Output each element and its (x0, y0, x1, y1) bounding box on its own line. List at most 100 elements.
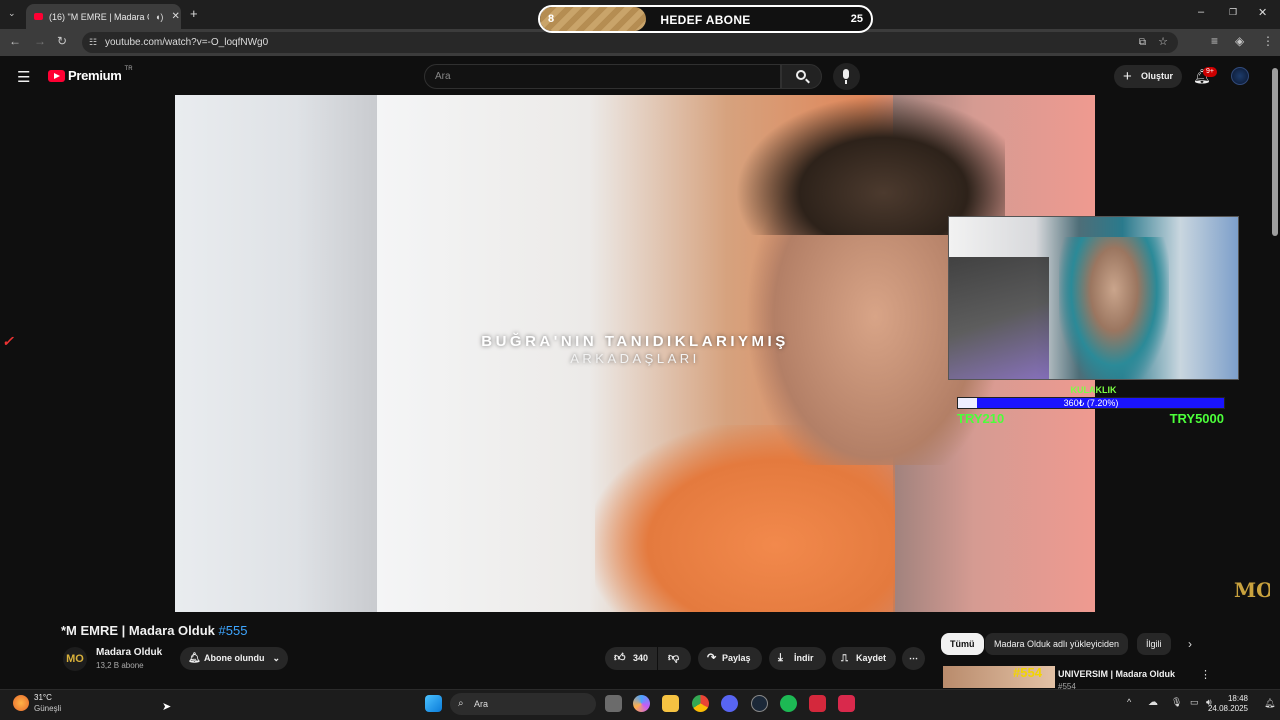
tab-title: (16) "M EMRE | Madara Old (49, 11, 149, 22)
region-code: TR (124, 65, 133, 72)
weather-icon[interactable] (13, 695, 29, 711)
streamer-webcam (948, 216, 1239, 380)
donation-goal-label: KULAKLIK (1070, 385, 1117, 395)
forward-icon[interactable]: → (34, 34, 46, 48)
subscriber-goal-overlay: 8 HEDEF ABONE 25 (538, 5, 873, 33)
weather-temperature[interactable]: 31°C (34, 693, 52, 702)
create-label: Oluştur (1141, 71, 1174, 81)
chip-from-uploader[interactable]: Madara Olduk adlı yükleyiciden (985, 633, 1129, 655)
donation-target: TRY5000 (1169, 411, 1224, 426)
taskbar-search-icon: ⌕ (458, 698, 464, 709)
chevron-down-icon: ⌄ (272, 653, 280, 663)
youtube-favicon-icon (34, 13, 43, 20)
weather-description: Güneşli (34, 704, 62, 713)
steam-icon[interactable] (751, 695, 768, 712)
download-button[interactable]: ⤓ İndir (769, 647, 826, 670)
file-explorer-icon[interactable] (662, 695, 679, 712)
recommended-video-badge: #554 (1013, 665, 1042, 680)
bookmark-icon: ⎍ (841, 653, 848, 664)
share-icon: ↷ (707, 652, 717, 664)
youtube-play-icon (48, 69, 65, 82)
recommendation-menu-icon[interactable]: ⋮ (1200, 668, 1211, 681)
app-red-icon[interactable] (809, 695, 826, 712)
save-button[interactable]: ⎍ Kaydet (832, 647, 896, 670)
scrollbar-thumb[interactable] (1272, 68, 1278, 236)
back-icon[interactable]: ← (9, 34, 21, 48)
audio-icon[interactable]: ◖) (155, 12, 163, 22)
youtube-logo[interactable]: Premium TR (48, 65, 133, 83)
recommended-video-title[interactable]: UNIVERSIM | Madara Olduk (1058, 669, 1175, 679)
video-hashtag-link[interactable]: #555 (219, 623, 248, 638)
task-view-icon[interactable] (605, 695, 622, 712)
taskbar-clock[interactable]: 18:48 24.08.2025 (1208, 694, 1248, 714)
subscribed-button[interactable]: 🔔︎ Abone olundu ⌄ (180, 647, 288, 670)
windows-start-icon[interactable] (425, 695, 442, 712)
address-bar[interactable]: ☷ youtube.com/watch?v=-O_loqfNWg0 ⧉ ☆ (82, 32, 1178, 53)
tray-mic-icon[interactable]: 🎙︎ (1171, 697, 1182, 708)
chip-related[interactable]: İlgili (1137, 633, 1171, 655)
share-label: Paylaş (722, 653, 751, 663)
donation-current: TRY210 (957, 411, 1005, 426)
clock-time: 18:48 (1227, 694, 1248, 703)
side-logo-icon: ✓ (2, 333, 14, 349)
thumbs-up-icon: 👍︎ (614, 652, 626, 664)
browser-menu-icon[interactable]: ⋮ (1262, 34, 1274, 48)
network-icon[interactable]: ▭ (1190, 697, 1199, 708)
minimize-window-button[interactable]: – (1198, 6, 1204, 18)
video-title: *M EMRE | Madara Olduk #555 (61, 623, 247, 638)
account-avatar[interactable] (1231, 67, 1249, 85)
url-text: youtube.com/watch?v=-O_loqfNWg0 (105, 37, 269, 48)
subscribed-label: Abone olundu (204, 653, 265, 663)
extensions-icon[interactable]: ◈ (1235, 34, 1244, 48)
reload-icon[interactable]: ↻ (57, 34, 67, 48)
search-input[interactable]: Ara (424, 64, 781, 89)
more-actions-button[interactable]: ⋯ (902, 647, 925, 670)
video-title-text: *M EMRE | Madara Olduk (61, 623, 215, 638)
share-button[interactable]: ↷ Paylaş (698, 647, 762, 670)
chip-all[interactable]: Tümü (941, 633, 984, 655)
taskbar-search[interactable]: ⌕ Ara (450, 693, 596, 715)
notification-count-badge: 9+ (1203, 67, 1217, 77)
browser-tab[interactable]: (16) "M EMRE | Madara Old ◖) ✕ (26, 4, 181, 29)
reading-list-icon[interactable]: ≡ (1211, 34, 1218, 48)
hamburger-menu-icon[interactable]: ☰ (17, 68, 30, 86)
thumbs-down-icon: 👎︎ (668, 652, 680, 664)
copilot-icon[interactable] (633, 695, 650, 712)
dislike-button[interactable]: 👎︎ (658, 647, 691, 670)
discord-icon[interactable] (721, 695, 738, 712)
create-button[interactable]: + Oluştur (1114, 65, 1182, 88)
goal-target: 25 (850, 13, 863, 25)
channel-subscriber-count: 13,2 B abone (96, 661, 144, 670)
bell-icon: 🔔︎ (188, 653, 201, 664)
tray-overflow-icon[interactable]: ^ (1127, 697, 1131, 707)
like-count: 340 (633, 653, 649, 663)
channel-avatar[interactable]: MO (63, 647, 87, 671)
spotify-icon[interactable] (780, 695, 797, 712)
taskbar-search-label: Ara (474, 699, 489, 709)
notification-center-icon[interactable]: 🔔︎ (1264, 698, 1275, 709)
youtube-logo-text: Premium (68, 68, 122, 83)
channel-watermark-logo: MO (1234, 578, 1274, 602)
chrome-icon[interactable] (692, 695, 709, 712)
chips-next-icon[interactable]: › (1188, 637, 1192, 651)
onedrive-icon[interactable]: ☁ (1148, 697, 1158, 708)
microphone-icon (843, 69, 849, 79)
bookmark-star-icon[interactable]: ☆ (1158, 32, 1168, 53)
mouse-cursor-icon: ➤ (162, 701, 172, 713)
site-info-icon[interactable]: ☷ (89, 32, 97, 53)
save-label: Kaydet (856, 653, 887, 663)
close-window-button[interactable]: ✕ (1258, 6, 1267, 19)
donation-progress-bar: 360₺ (7.20%) (957, 397, 1225, 409)
close-tab-icon[interactable]: ✕ (171, 11, 179, 22)
donation-progress-text: 360₺ (7.20%) (1063, 398, 1119, 408)
maximize-window-button[interactable]: ❐ (1229, 7, 1237, 18)
voice-search-button[interactable] (833, 63, 860, 90)
channel-name[interactable]: Madara Olduk (96, 647, 162, 658)
tab-list-dropdown-icon[interactable]: ⌄ (8, 8, 16, 19)
install-app-icon[interactable]: ⧉ (1139, 32, 1146, 53)
app-pink-icon[interactable] (838, 695, 855, 712)
like-button[interactable]: 👍︎ 340 (605, 647, 657, 670)
new-tab-button[interactable]: + (190, 6, 198, 21)
search-button[interactable] (781, 64, 822, 89)
clock-date: 24.08.2025 (1207, 704, 1248, 713)
